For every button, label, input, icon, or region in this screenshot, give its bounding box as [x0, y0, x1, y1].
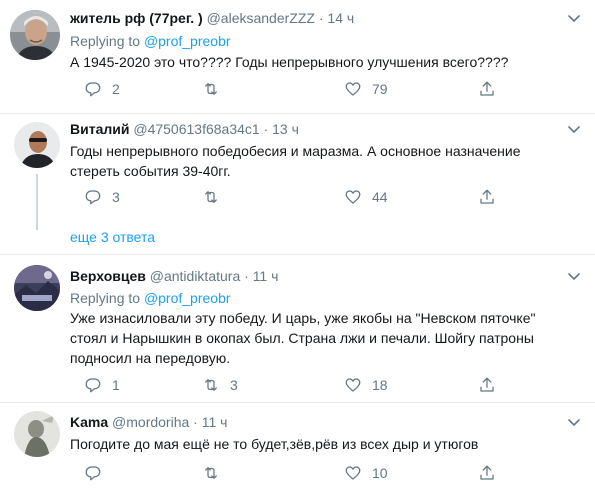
- reply-icon: [84, 188, 102, 206]
- author-name[interactable]: житель рф (77рег. ): [70, 10, 203, 26]
- separator-dot: ·: [193, 414, 198, 430]
- timestamp[interactable]: 11 ч: [253, 268, 279, 284]
- tweet-text: А 1945-2020 это что???? Годы непрерывног…: [70, 54, 509, 70]
- retweet-button[interactable]: [202, 463, 230, 483]
- avatar[interactable]: [14, 265, 60, 311]
- tweet-text: Годы непрерывного победобесия и маразма.…: [70, 143, 521, 179]
- share-button[interactable]: [478, 187, 496, 207]
- chevron-down-icon[interactable]: [566, 268, 586, 286]
- author-handle[interactable]: @mordoriha: [112, 414, 189, 430]
- replying-to-link[interactable]: @prof_preobr: [144, 290, 231, 306]
- share-icon: [478, 80, 496, 98]
- reply-button[interactable]: 2: [84, 79, 120, 99]
- share-button[interactable]: [478, 463, 496, 483]
- chevron-down-icon[interactable]: [566, 414, 586, 432]
- chevron-down-icon[interactable]: [566, 10, 586, 28]
- retweet-icon: [202, 464, 220, 482]
- tweet-actions: 3 44: [70, 187, 500, 207]
- tweet-actions: 2 79: [70, 79, 500, 99]
- reply-count: 2: [112, 81, 120, 97]
- reply-count: 3: [112, 189, 120, 205]
- reply-button[interactable]: 1: [84, 375, 120, 395]
- author-handle[interactable]: @aleksanderZZZ: [207, 10, 315, 26]
- reply-count: 1: [112, 377, 120, 393]
- thread-line: [36, 174, 38, 230]
- retweet-count: 3: [230, 377, 238, 393]
- like-button[interactable]: 44: [344, 187, 388, 207]
- retweet-icon: [202, 376, 220, 394]
- replying-to-label: Replying to: [70, 290, 141, 306]
- heart-icon: [344, 80, 362, 98]
- tweet-actions: 10: [70, 463, 500, 483]
- reply-icon: [84, 80, 102, 98]
- replying-to-label: Replying to: [70, 33, 141, 49]
- like-button[interactable]: 10: [344, 463, 388, 483]
- heart-icon: [344, 188, 362, 206]
- avatar[interactable]: [14, 122, 60, 168]
- retweet-button[interactable]: [202, 187, 230, 207]
- reply-button[interactable]: [84, 463, 112, 483]
- tweet[interactable]: Виталий @4750613f68a34c1 · 13 ч Годы неп…: [0, 114, 595, 254]
- separator-dot: ·: [318, 10, 324, 26]
- tweet-text: Погодите до мая ещё не то будет,зёв,рёв …: [70, 436, 479, 452]
- tweet[interactable]: житель рф (77рег. ) @aleksanderZZZ · 14 …: [0, 0, 595, 114]
- replying-to-link[interactable]: @prof_preobr: [144, 33, 231, 49]
- reply-icon: [84, 376, 102, 394]
- tweet-actions: 1 3 18: [70, 375, 500, 395]
- retweet-icon: [202, 80, 220, 98]
- author-handle[interactable]: @antidiktatura: [150, 268, 240, 284]
- like-count: 18: [372, 377, 388, 393]
- reply-icon: [84, 464, 102, 482]
- like-count: 44: [372, 189, 388, 205]
- retweet-button[interactable]: [202, 79, 230, 99]
- heart-icon: [344, 376, 362, 394]
- tweet[interactable]: Верховцев @antidiktatura · 11 ч Replying…: [0, 255, 595, 402]
- show-more-replies-link[interactable]: еще 3 ответа: [70, 228, 155, 246]
- timestamp[interactable]: 13 ч: [272, 121, 299, 137]
- timestamp[interactable]: 11 ч: [202, 414, 228, 430]
- tweet[interactable]: Kama @mordoriha · 11 ч Погодите до мая е…: [0, 403, 595, 490]
- share-icon: [478, 376, 496, 394]
- like-button[interactable]: 79: [344, 79, 388, 99]
- separator-dot: ·: [263, 121, 269, 137]
- share-icon: [478, 464, 496, 482]
- chevron-down-icon[interactable]: [566, 121, 586, 139]
- avatar[interactable]: [10, 10, 60, 60]
- author-name[interactable]: Виталий: [70, 121, 129, 137]
- author-name[interactable]: Верховцев: [70, 268, 146, 284]
- share-button[interactable]: [478, 79, 496, 99]
- heart-icon: [344, 464, 362, 482]
- author-name[interactable]: Kama: [70, 414, 108, 430]
- avatar[interactable]: [14, 411, 60, 457]
- like-count: 10: [372, 465, 388, 481]
- like-count: 79: [372, 81, 388, 97]
- reply-button[interactable]: 3: [84, 187, 120, 207]
- share-button[interactable]: [478, 375, 496, 395]
- share-icon: [478, 188, 496, 206]
- separator-dot: ·: [244, 268, 249, 284]
- timestamp[interactable]: 14 ч: [327, 10, 354, 26]
- like-button[interactable]: 18: [344, 375, 388, 395]
- tweet-text: Уже изнасиловали эту победу. И царь, уже…: [70, 310, 536, 366]
- author-handle[interactable]: @4750613f68a34c1: [133, 121, 259, 137]
- retweet-button[interactable]: 3: [202, 375, 238, 395]
- retweet-icon: [202, 188, 220, 206]
